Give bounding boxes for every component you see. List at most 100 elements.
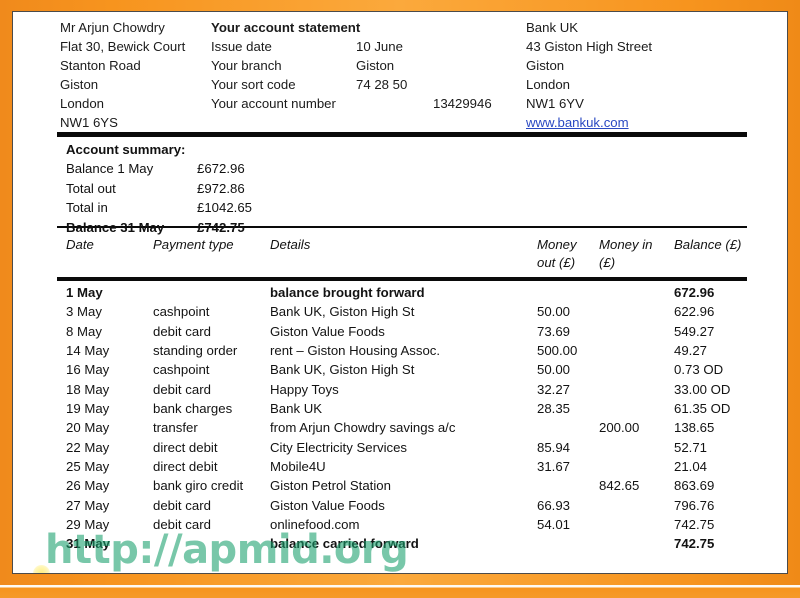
table-row[interactable]: 8 May debit card Giston Value Foods 73.69 54… xyxy=(13,322,787,341)
table-row[interactable]: 1 May balance brought forward 672.96 xyxy=(13,283,787,302)
bank-website-link[interactable]: www.bankuk.com xyxy=(526,115,629,130)
transaction-money-out: 73.69 xyxy=(537,323,571,339)
transaction-payment-type: transfer xyxy=(153,420,198,436)
table-row[interactable]: 16 May cashpoint Bank UK, Giston High St 50… xyxy=(13,360,787,379)
account-summary-label: Balance 1 May xyxy=(66,161,154,177)
statement-field-label: Your branch xyxy=(211,57,282,73)
table-row[interactable]: 19 May bank charges Bank UK 28.35 61.35 OD xyxy=(13,399,787,418)
transaction-balance: 21.04 xyxy=(674,459,708,475)
transaction-balance: 672.96 xyxy=(674,285,715,300)
account-summary-value: £672.96 xyxy=(197,161,245,177)
transaction-details: City Electricity Services xyxy=(270,439,408,455)
watermark-dot xyxy=(33,565,50,573)
transaction-table-body: 1 May balance brought forward 672.96 3 May c… xyxy=(13,283,787,554)
customer-address-line: NW1 6YS xyxy=(60,114,118,130)
transaction-money-in: 200.00 xyxy=(599,420,640,436)
statement-details: Your account statement Issue date 10 June… xyxy=(211,19,492,114)
transaction-money-out: 32.27 xyxy=(537,381,571,397)
transaction-balance: 622.96 xyxy=(674,304,715,320)
transaction-date: 25 May xyxy=(66,459,110,475)
transaction-date: 14 May xyxy=(66,343,110,359)
column-header-money-out: Money out (£) xyxy=(537,237,577,270)
transaction-details: from Arjun Chowdry savings a/c xyxy=(270,420,456,436)
transaction-balance: 742.75 xyxy=(674,536,715,552)
statement-field-value: Giston xyxy=(356,57,395,73)
transaction-date: 20 May xyxy=(66,420,110,436)
column-header-balance: Balance (£) xyxy=(674,237,742,252)
transaction-date: 27 May xyxy=(66,497,110,513)
transaction-money-in: 842.65 xyxy=(599,478,640,494)
table-row[interactable]: 18 May debit card Happy Toys 32.27 33.00 OD xyxy=(13,380,787,399)
table-row[interactable]: 14 May standing order rent – Giston Housin… xyxy=(13,341,787,360)
account-summary-total-row: Balance 31 May £742.75 xyxy=(66,218,245,237)
transaction-payment-type: cashpoint xyxy=(153,304,210,320)
statement-page: Mr Arjun Chowdry Flat 30, Bewick Court Sta… xyxy=(12,11,788,574)
account-summary-rows: Balance 1 May £672.96 Total out £972.86 Tota… xyxy=(66,159,252,237)
transaction-details: onlinefood.com xyxy=(270,517,360,533)
transaction-table: Date Payment type Details Money out (£) … xyxy=(13,236,787,551)
customer-address-line: London xyxy=(60,95,105,111)
transaction-balance: 52.71 xyxy=(674,439,708,455)
customer-address: Mr Arjun Chowdry Flat 30, Bewick Court Sta… xyxy=(60,19,185,132)
transaction-balance: 49.27 xyxy=(674,343,708,359)
transaction-balance: 138.65 xyxy=(674,420,715,436)
transaction-money-out: 85.94 xyxy=(537,439,571,455)
statement-header-block: Mr Arjun Chowdry Flat 30, Bewick Court Sta… xyxy=(13,12,787,140)
transaction-details: Bank UK, Giston High St xyxy=(270,304,415,320)
transaction-balance: 0.73 OD xyxy=(674,362,724,378)
table-row[interactable]: 22 May direct debit City Electricity Servi… xyxy=(13,438,787,457)
transaction-money-out: 50.00 xyxy=(537,304,571,320)
account-summary: Account summary: Balance 1 May £672.96 Tot… xyxy=(66,140,252,237)
statement-field-row: Your sort code 74 28 50 xyxy=(211,76,407,95)
account-summary-row: Balance 1 May £672.96 xyxy=(66,159,245,178)
transaction-date: 22 May xyxy=(66,439,110,455)
transaction-balance: 742.75 xyxy=(674,517,715,533)
account-summary-label: Total out xyxy=(66,180,116,196)
bank-website-row: www.bankuk.com xyxy=(526,114,652,133)
table-row[interactable]: 20 May transfer from Arjun Chowdry savings… xyxy=(13,418,787,437)
transaction-date: 8 May xyxy=(66,323,102,339)
transaction-payment-type: debit card xyxy=(153,381,211,397)
transaction-payment-type: cashpoint xyxy=(153,362,210,378)
bank-address-line: Bank UK xyxy=(526,20,579,35)
table-row[interactable]: 27 May debit card Giston Value Foods 66.93 7… xyxy=(13,496,787,515)
transaction-date: 29 May xyxy=(66,517,110,533)
transaction-details: Happy Toys xyxy=(270,381,339,397)
transaction-details: Giston Petrol Station xyxy=(270,478,391,494)
transaction-money-out: 50.00 xyxy=(537,362,571,378)
transaction-payment-type: debit card xyxy=(153,497,211,513)
account-summary-title: Account summary: xyxy=(66,142,186,157)
rule-above-summary xyxy=(57,132,747,137)
table-row[interactable]: 31 May balance carried forward 742.75 xyxy=(13,534,787,553)
transaction-money-out: 54.01 xyxy=(537,517,571,533)
statement-title: Your account statement xyxy=(211,20,361,35)
orange-page-frame: Mr Arjun Chowdry Flat 30, Bewick Court Sta… xyxy=(0,0,800,598)
account-summary-label: Total in xyxy=(66,200,108,216)
table-row[interactable]: 3 May cashpoint Bank UK, Giston High St 50.… xyxy=(13,302,787,321)
transaction-payment-type: debit card xyxy=(153,323,211,339)
transaction-details: balance carried forward xyxy=(270,536,419,552)
table-row[interactable]: 26 May bank giro credit Giston Petrol Stat… xyxy=(13,476,787,495)
column-header-money-in: Money in (£) xyxy=(599,237,653,270)
transaction-date: 1 May xyxy=(66,285,103,300)
table-row[interactable]: 29 May debit card onlinefood.com 54.01 742.7… xyxy=(13,515,787,534)
statement-field-label: Your account number xyxy=(211,95,336,111)
account-summary-row: Total in £1042.65 xyxy=(66,198,252,217)
table-row[interactable]: 25 May direct debit Mobile4U 31.67 21.04 xyxy=(13,457,787,476)
customer-address-line: Mr Arjun Chowdry xyxy=(60,20,165,35)
transaction-details: rent – Giston Housing Assoc. xyxy=(270,343,441,359)
column-header-payment-type: Payment type xyxy=(153,237,234,252)
account-summary-value: £1042.65 xyxy=(197,200,253,216)
transaction-money-out: 31.67 xyxy=(537,459,571,475)
transaction-balance: 33.00 OD xyxy=(674,381,731,397)
transaction-balance: 796.76 xyxy=(674,497,715,513)
bank-address-line: London xyxy=(526,76,571,92)
bank-address-line: 43 Giston High Street xyxy=(526,38,653,54)
statement-field-list: Issue date 10 June Your branch Giston Your s… xyxy=(211,38,492,114)
transaction-date: 16 May xyxy=(66,362,110,378)
statement-field-row: Issue date 10 June xyxy=(211,38,403,57)
transaction-payment-type: bank charges xyxy=(153,401,233,417)
transaction-payment-type: bank giro credit xyxy=(153,478,244,494)
column-header-details: Details xyxy=(270,237,311,252)
statement-field-row: Your account number 13429946 xyxy=(211,95,492,114)
